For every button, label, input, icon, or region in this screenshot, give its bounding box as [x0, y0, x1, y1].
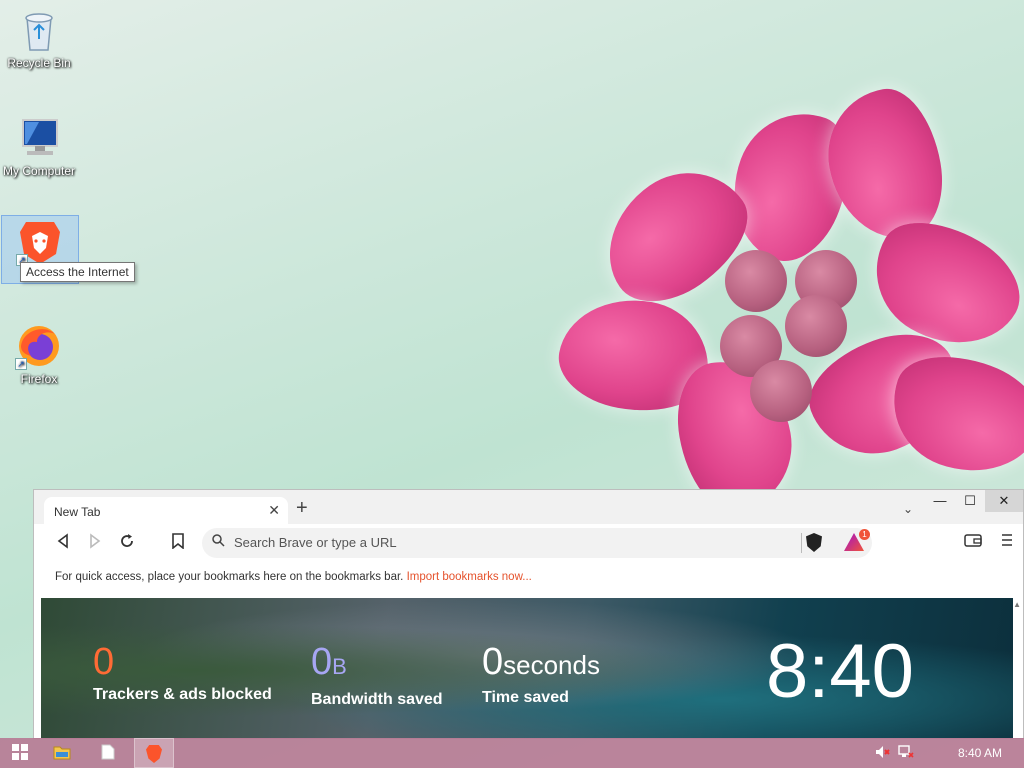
taskbar-clock[interactable]: 8:40 AM	[958, 746, 1002, 760]
new-tab-button[interactable]: +	[296, 498, 308, 518]
bandwidth-unit: B	[332, 654, 347, 679]
trackers-value: 0	[93, 641, 115, 683]
forward-icon[interactable]	[88, 533, 102, 555]
start-button[interactable]	[0, 738, 40, 768]
recycle-bin-icon	[15, 6, 63, 54]
wallet-icon[interactable]	[964, 533, 982, 553]
taskbar: 8:40 AM	[0, 738, 1024, 768]
divider	[801, 533, 802, 553]
desktop-icon-firefox[interactable]: ↗ Firefox	[0, 322, 78, 386]
shortcut-arrow-icon: ↗	[15, 358, 27, 370]
reload-icon[interactable]	[119, 533, 135, 555]
navigation-toolbar: Search Brave or type a URL 1	[34, 524, 1023, 562]
back-icon[interactable]	[56, 533, 70, 555]
bookmark-icon[interactable]	[172, 533, 184, 555]
taskbar-brave-button[interactable]	[134, 738, 174, 768]
file-explorer-icon	[53, 746, 71, 760]
firefox-icon: ↗	[15, 322, 63, 370]
new-tab-page: 0 Trackers & ads blocked 0B Bandwidth sa…	[41, 598, 1013, 738]
browser-window[interactable]: New Tab ✕ + ⌄ — ☐ ✕ Search Brave or type…	[33, 489, 1024, 739]
brave-browser-icon: ↗	[16, 218, 64, 266]
chevron-down-icon[interactable]: ⌄	[903, 502, 913, 516]
tab-title: New Tab	[54, 505, 101, 519]
wallpaper-flower	[540, 81, 1024, 519]
volume-muted-icon[interactable]	[875, 745, 891, 762]
trackers-label: Trackers & ads blocked	[93, 686, 272, 703]
stat-time-saved: 0seconds Time saved	[482, 640, 600, 707]
bookmarks-bar-hint: For quick access, place your bookmarks h…	[55, 571, 404, 583]
tab-new-tab[interactable]: New Tab ✕	[44, 497, 288, 524]
scroll-up-icon[interactable]: ▲	[1013, 600, 1021, 609]
close-tab-icon[interactable]: ✕	[268, 502, 280, 519]
time-value: 0	[482, 641, 504, 683]
minimize-button[interactable]: —	[925, 490, 955, 512]
computer-icon	[15, 114, 63, 162]
bandwidth-label: Bandwidth saved	[311, 691, 443, 708]
time-unit: seconds	[503, 650, 600, 680]
tooltip: Access the Internet	[20, 262, 135, 282]
desktop-icon-label: Recycle Bin	[7, 56, 71, 70]
tab-strip: New Tab ✕ + ⌄ — ☐ ✕	[34, 490, 1023, 524]
desktop-icon-recycle-bin[interactable]: Recycle Bin	[0, 6, 78, 70]
bookmarks-bar: For quick access, place your bookmarks h…	[34, 562, 1023, 590]
address-placeholder: Search Brave or type a URL	[234, 535, 397, 550]
file-explorer-button[interactable]	[42, 738, 82, 768]
notification-badge: 1	[859, 529, 870, 540]
stat-trackers: 0 Trackers & ads blocked	[93, 640, 272, 704]
notepad-button[interactable]	[88, 738, 128, 768]
close-window-button[interactable]: ✕	[985, 490, 1023, 512]
import-bookmarks-link[interactable]: Import bookmarks now...	[407, 571, 532, 583]
address-bar[interactable]: Search Brave or type a URL 1	[202, 528, 872, 558]
desktop-icon-label: Firefox	[20, 372, 58, 386]
desktop-icon-my-computer[interactable]: My Computer	[0, 114, 78, 178]
search-icon	[212, 534, 225, 550]
ntp-clock: 8:40	[766, 629, 914, 714]
maximize-button[interactable]: ☐	[955, 490, 985, 512]
desktop-icon-label: My Computer	[2, 164, 76, 178]
stat-bandwidth: 0B Bandwidth saved	[311, 640, 443, 709]
brave-browser-icon	[146, 745, 162, 763]
bandwidth-value: 0	[311, 641, 333, 683]
network-icon[interactable]	[898, 745, 914, 762]
menu-icon[interactable]	[1001, 533, 1013, 553]
brave-shields-icon[interactable]	[806, 533, 822, 552]
time-label: Time saved	[482, 689, 569, 706]
start-icon	[12, 744, 28, 760]
notepad-icon	[101, 744, 115, 760]
